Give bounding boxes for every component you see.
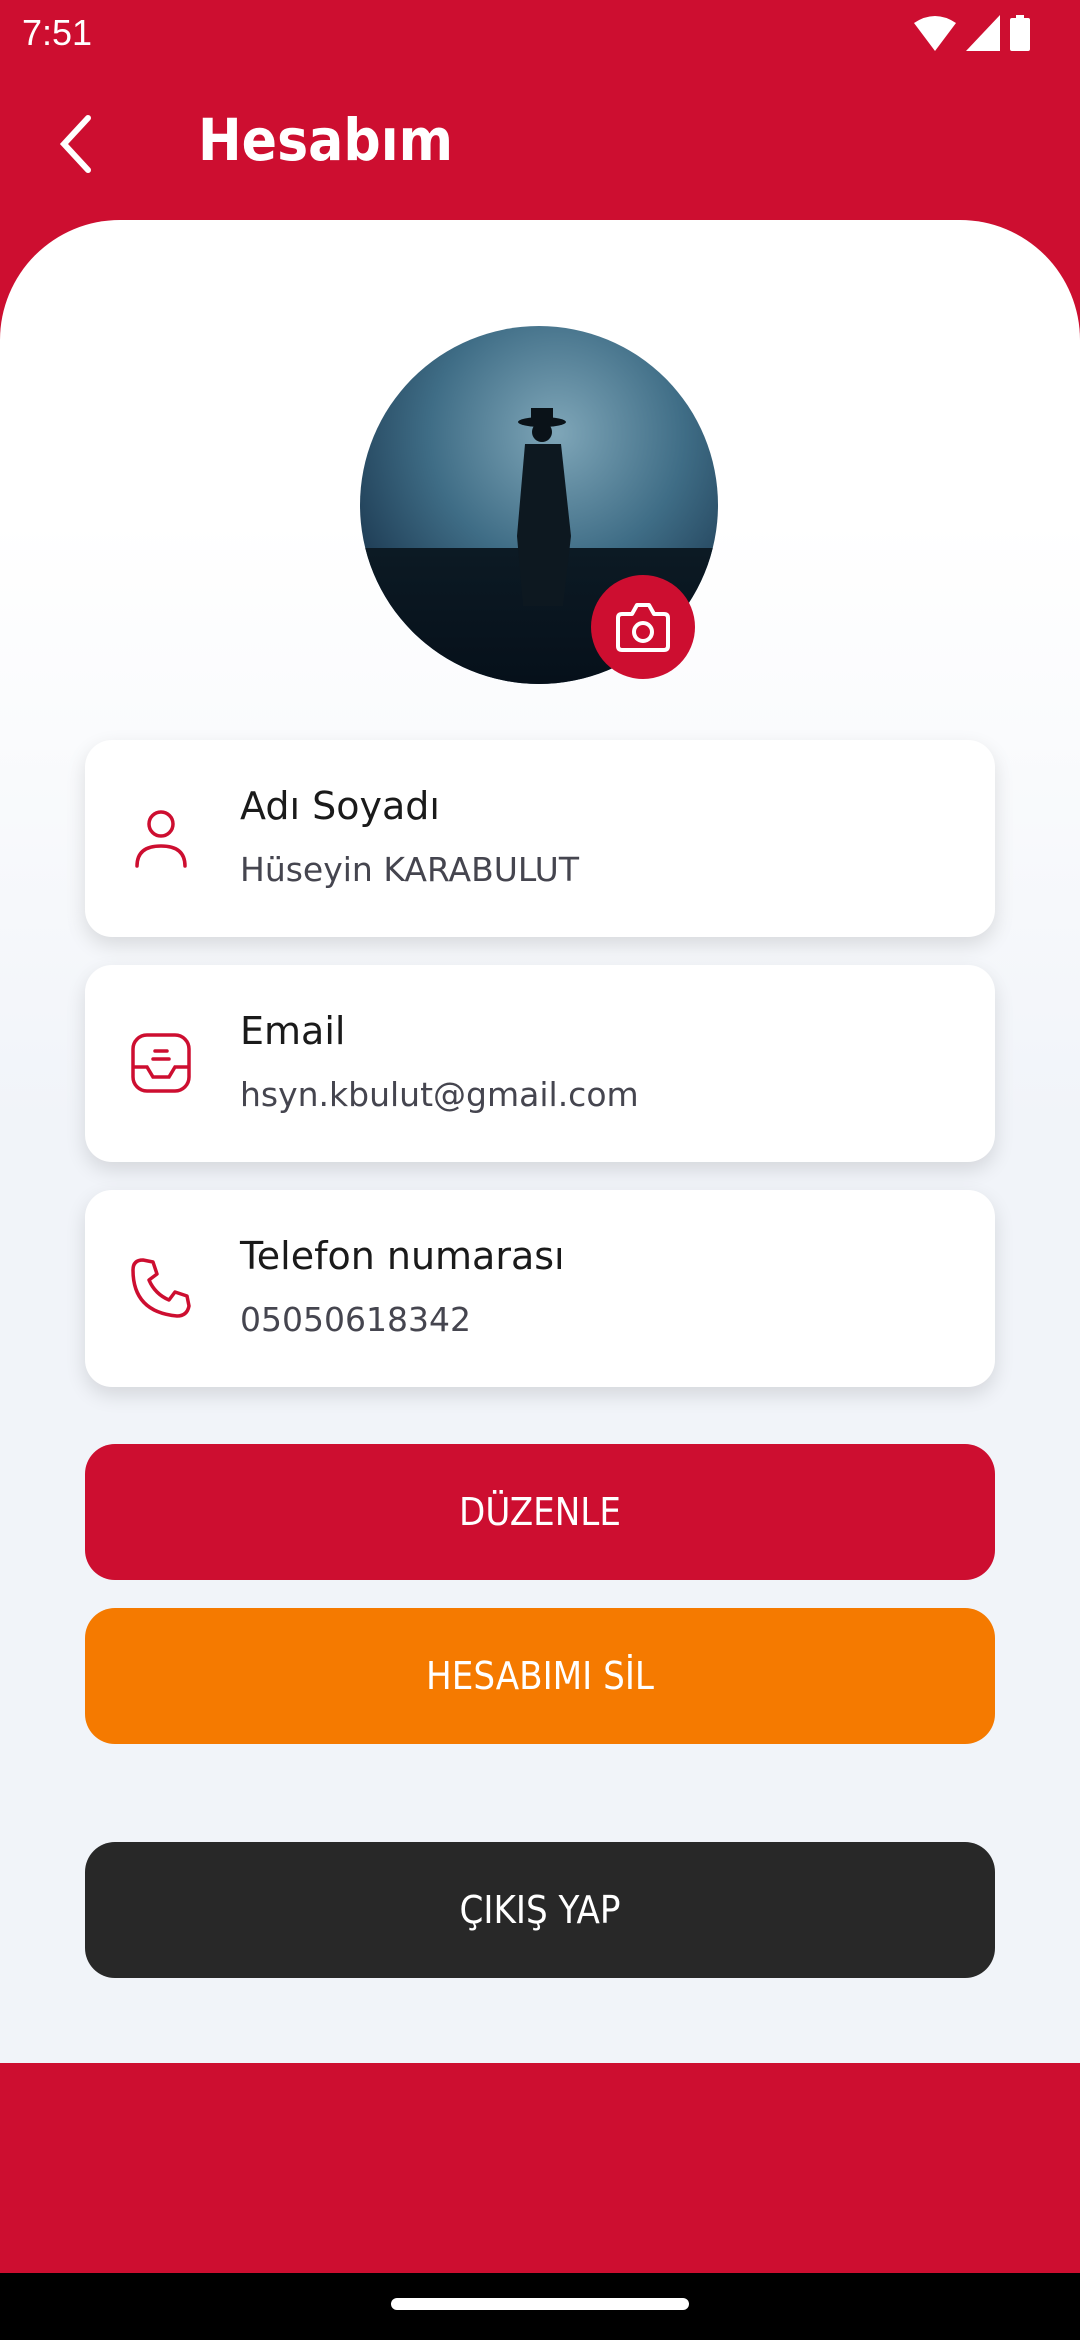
change-photo-button[interactable]: [591, 575, 695, 679]
delete-account-button[interactable]: HESABIMI SİL: [85, 1608, 995, 1744]
battery-icon: [1010, 15, 1030, 51]
signal-icon: [966, 15, 1000, 51]
email-card: Email hsyn.kbulut@gmail.com: [85, 965, 995, 1162]
logout-button[interactable]: ÇIKIŞ YAP: [85, 1842, 995, 1978]
field-label: Telefon numarası: [240, 1234, 565, 1278]
name-card: Adı Soyadı Hüseyin KARABULUT: [85, 740, 995, 937]
status-time: 7:51: [22, 12, 93, 53]
phone-icon: [131, 1258, 191, 1318]
field-value: 05050618342: [240, 1300, 471, 1339]
user-icon: [135, 810, 187, 868]
inbox-icon: [131, 1033, 191, 1093]
navigation-bar: [0, 2273, 1080, 2340]
wifi-icon: [914, 16, 956, 51]
edit-button[interactable]: DÜZENLE: [85, 1444, 995, 1580]
status-bar: 7:51: [0, 0, 1080, 70]
phone-card: Telefon numarası 05050618342: [85, 1190, 995, 1387]
camera-icon: [616, 603, 670, 652]
field-label: Adı Soyadı: [240, 784, 440, 828]
field-label: Email: [240, 1009, 346, 1053]
home-handle[interactable]: [391, 2298, 689, 2310]
field-value: hsyn.kbulut@gmail.com: [240, 1075, 639, 1114]
back-button[interactable]: [50, 112, 110, 176]
field-value: Hüseyin KARABULUT: [240, 850, 579, 889]
avatar-figure: [517, 408, 571, 606]
page-title: Hesabım: [198, 106, 453, 174]
